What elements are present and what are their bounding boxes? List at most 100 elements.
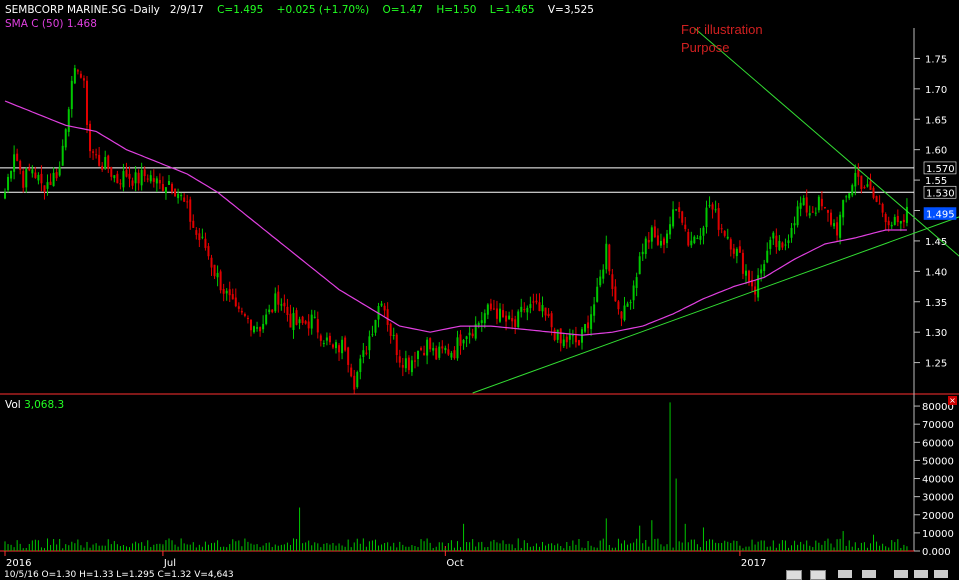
candle-body xyxy=(805,197,808,213)
candle-body xyxy=(67,109,70,132)
y-tick-label: 1.25 xyxy=(925,359,947,370)
toolbar-button-2[interactable] xyxy=(810,570,826,580)
toolbar-button-1[interactable] xyxy=(786,570,802,580)
candle-body xyxy=(632,285,635,301)
change-value: +0.025 (+1.70%) xyxy=(276,4,370,16)
candle-body xyxy=(830,212,833,225)
candle-body xyxy=(386,309,389,325)
candle-body xyxy=(319,335,322,341)
candle-body xyxy=(820,198,823,207)
candle-body xyxy=(313,316,316,318)
candle-body xyxy=(95,154,98,156)
candle-body xyxy=(781,242,784,248)
candle-body xyxy=(611,274,614,289)
candle-body xyxy=(158,179,161,184)
candle-body xyxy=(7,176,10,191)
candle-body xyxy=(92,151,95,153)
candle-body xyxy=(608,244,611,272)
close-icon[interactable]: × xyxy=(948,396,957,405)
candle-body xyxy=(565,336,568,343)
candle-body xyxy=(735,248,738,257)
volume-tick-label: 20000 xyxy=(922,511,954,522)
candle-body xyxy=(842,200,845,218)
candle-body xyxy=(523,309,526,311)
candle-body xyxy=(76,70,79,72)
candle-body xyxy=(571,335,574,337)
candle-body xyxy=(104,157,107,169)
candle-body xyxy=(641,251,644,255)
candle-body xyxy=(338,345,341,353)
candle-body xyxy=(532,301,535,303)
candle-body xyxy=(410,360,413,373)
candle-body xyxy=(723,231,726,236)
candle-body xyxy=(899,221,902,224)
candle-body xyxy=(729,239,732,250)
candle-body xyxy=(638,256,641,275)
candle-body xyxy=(383,305,386,311)
toolbar-button-7[interactable] xyxy=(934,570,948,578)
candle-body xyxy=(659,240,662,246)
toolbar-button-4[interactable] xyxy=(862,570,876,578)
candle-body xyxy=(73,68,76,84)
candle-body xyxy=(839,214,842,238)
candle-body xyxy=(492,308,495,310)
candle-body xyxy=(787,240,790,244)
candle-body xyxy=(70,80,73,110)
candle-body xyxy=(253,326,256,333)
candle-body xyxy=(246,317,249,320)
candle-body xyxy=(635,277,638,288)
candle-body xyxy=(295,310,298,325)
open-value: O=1.47 xyxy=(382,4,423,16)
candle-body xyxy=(79,73,82,78)
candle-body xyxy=(25,169,28,188)
candle-body xyxy=(508,315,511,320)
candle-body xyxy=(125,169,128,177)
candle-body xyxy=(64,129,67,148)
candle-body xyxy=(231,294,234,300)
y-tick-label: 1.40 xyxy=(925,267,947,278)
candle-body xyxy=(544,307,547,316)
y-tick-label: 1.70 xyxy=(925,85,947,96)
candle-body xyxy=(89,123,92,152)
candle-body xyxy=(547,313,550,317)
volume-tick-label: 70000 xyxy=(922,420,954,431)
candle-body xyxy=(741,252,744,274)
candle-body xyxy=(502,310,505,318)
candle-body xyxy=(711,204,714,210)
candle-body xyxy=(468,332,471,336)
candle-body xyxy=(240,310,243,313)
candle-body xyxy=(833,223,836,227)
candle-body xyxy=(875,196,878,202)
candle-body xyxy=(793,223,796,226)
toolbar-button-5[interactable] xyxy=(894,570,908,578)
candle-body xyxy=(171,183,174,192)
candle-body xyxy=(177,193,180,199)
candle-body xyxy=(180,195,183,197)
last-price-label: 1.495 xyxy=(926,210,955,221)
volume-tick-label: 10000 xyxy=(922,529,954,540)
candle-body xyxy=(49,181,52,185)
candle-body xyxy=(335,342,338,349)
toolbar-button-3[interactable] xyxy=(838,570,852,578)
volume-tick-label: 40000 xyxy=(922,475,954,486)
candle-body xyxy=(398,356,401,363)
candle-body xyxy=(587,322,590,329)
candle-body xyxy=(896,215,899,223)
candle-body xyxy=(152,178,155,182)
candle-body xyxy=(681,211,684,223)
toolbar-button-6[interactable] xyxy=(914,570,928,578)
candle-body xyxy=(131,180,134,186)
candle-body xyxy=(517,311,520,328)
candle-body xyxy=(34,172,37,178)
candle-body xyxy=(207,246,210,257)
candle-body xyxy=(529,304,532,309)
candle-body xyxy=(374,319,377,333)
candle-body xyxy=(738,246,741,253)
candle-body xyxy=(887,220,890,226)
candle-body xyxy=(772,232,775,239)
candle-body xyxy=(593,304,596,316)
candle-body xyxy=(371,334,374,336)
candle-body xyxy=(37,174,40,181)
candle-body xyxy=(465,336,468,339)
trendline xyxy=(472,216,959,394)
